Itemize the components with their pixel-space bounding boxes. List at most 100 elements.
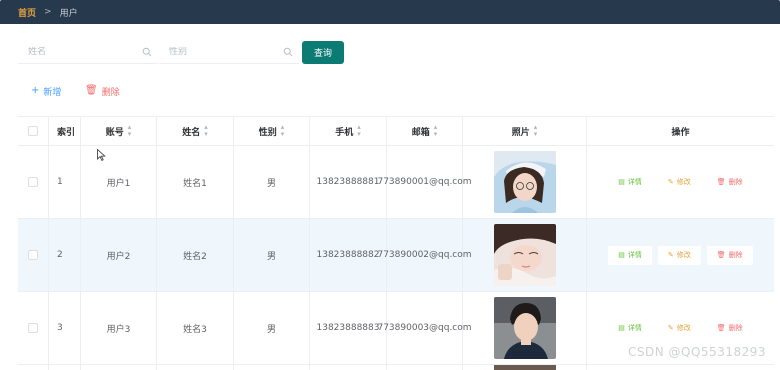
gender-search-field[interactable] bbox=[159, 40, 299, 64]
edit-button[interactable]: ✎ 修改 bbox=[658, 173, 701, 192]
watermark: CSDN @QQ55318293 bbox=[628, 345, 766, 359]
gender-search-input[interactable] bbox=[159, 46, 269, 57]
cell-gender bbox=[234, 365, 310, 370]
cell-photo bbox=[463, 146, 587, 218]
cell-gender: 男 bbox=[234, 292, 310, 364]
row-select-cell[interactable] bbox=[18, 146, 49, 218]
view-button[interactable]: ▤ 详情 bbox=[608, 319, 652, 338]
edit-icon: ✎ bbox=[667, 324, 674, 332]
edit-button[interactable]: ✎ 修改 bbox=[658, 319, 701, 338]
table-header: 索引 账号 ▴ ▾ 姓名 ▴ ▾ 性别 ▴ ▾ 手机 ▴ ▾ 邮箱 ▴ ▾ 照片 ▴ ▾ 操作 bbox=[18, 117, 774, 146]
edit-button-label: 修改 bbox=[676, 178, 691, 186]
view-button[interactable]: ▤ 详情 bbox=[608, 245, 652, 265]
row-checkbox[interactable] bbox=[28, 323, 38, 333]
cell-actions: ▤ 详情 ✎ 修改 🗑 删除 bbox=[587, 146, 774, 218]
delete-button[interactable]: 🗑 删除 bbox=[707, 173, 753, 192]
header-gender[interactable]: 性别 ▴ ▾ bbox=[234, 117, 310, 145]
view-button-label: 详情 bbox=[627, 324, 642, 332]
row-checkbox[interactable] bbox=[28, 250, 38, 260]
cell-name: 姓名2 bbox=[157, 219, 234, 291]
row-select-cell[interactable] bbox=[18, 292, 49, 364]
cell-account bbox=[81, 365, 157, 370]
header-phone-label: 手机 bbox=[335, 127, 354, 138]
sort-icon[interactable]: ▴ ▾ bbox=[357, 124, 361, 138]
cell-email: 773890001@qq.com bbox=[377, 146, 472, 218]
header-gender-label: 性别 bbox=[258, 127, 277, 138]
header-account[interactable]: 账号 ▴ ▾ bbox=[81, 117, 157, 145]
trash-icon: 🗑 bbox=[716, 178, 726, 186]
row-checkbox[interactable] bbox=[28, 177, 38, 187]
top-bar: 首页 > 用户 bbox=[0, 0, 780, 24]
breadcrumb-home[interactable]: 首页 bbox=[18, 6, 36, 19]
row-select-cell bbox=[18, 365, 49, 370]
delete-button[interactable]: 🗑 删除 bbox=[707, 319, 753, 338]
mouse-cursor-icon bbox=[97, 149, 106, 161]
header-name-label: 姓名 bbox=[182, 127, 201, 138]
add-button-label: 新增 bbox=[43, 87, 62, 98]
user-photo[interactable] bbox=[493, 151, 556, 213]
trash-icon: 🗑 bbox=[716, 251, 726, 259]
cell-name bbox=[157, 365, 234, 370]
query-button[interactable]: 查询 bbox=[302, 41, 344, 64]
batch-delete-button[interactable]: 🗑 删除 bbox=[85, 84, 120, 98]
select-all-checkbox[interactable] bbox=[28, 126, 38, 136]
delete-button-label: 删除 bbox=[728, 324, 743, 332]
breadcrumb-current: 用户 bbox=[59, 8, 78, 19]
table-row: 1 用户1 姓名1 男 13823888881 773890001@qq.com… bbox=[18, 146, 774, 219]
cell-index bbox=[49, 365, 81, 370]
user-photo[interactable] bbox=[493, 297, 556, 359]
cell-account: 用户2 bbox=[81, 219, 157, 291]
search-icon bbox=[142, 47, 152, 57]
sort-icon[interactable]: ▴ ▾ bbox=[128, 124, 132, 138]
delete-button[interactable]: 🗑 删除 bbox=[706, 245, 753, 265]
cell-email bbox=[387, 365, 463, 370]
header-name[interactable]: 姓名 ▴ ▾ bbox=[157, 117, 234, 145]
row-select-cell[interactable] bbox=[18, 219, 49, 291]
header-actions: 操作 bbox=[671, 127, 690, 138]
edit-button-label: 修改 bbox=[676, 324, 691, 332]
cell-name: 姓名1 bbox=[157, 146, 234, 218]
sort-icon[interactable]: ▴ ▾ bbox=[281, 124, 285, 138]
delete-button-label: 删除 bbox=[728, 251, 743, 259]
header-photo[interactable]: 照片 ▴ ▾ bbox=[463, 117, 587, 145]
header-phone[interactable]: 手机 ▴ ▾ bbox=[310, 117, 387, 145]
edit-button[interactable]: ✎ 修改 bbox=[657, 245, 701, 265]
user-photo[interactable] bbox=[493, 365, 556, 370]
table-row bbox=[18, 365, 774, 370]
delete-button-label: 删除 bbox=[728, 178, 743, 186]
sort-icon[interactable]: ▴ ▾ bbox=[434, 124, 438, 138]
cell-email: 773890002@qq.com bbox=[377, 219, 472, 291]
header-photo-label: 照片 bbox=[511, 127, 530, 138]
cell-actions: ▤ 详情 ✎ 修改 🗑 删除 bbox=[587, 219, 774, 291]
header-email-label: 邮箱 bbox=[411, 127, 430, 138]
breadcrumb-separator: > bbox=[44, 7, 52, 17]
user-photo[interactable] bbox=[493, 224, 556, 286]
cell-name: 姓名3 bbox=[157, 292, 234, 364]
sort-icon[interactable]: ▴ ▾ bbox=[204, 124, 208, 138]
name-search-input[interactable] bbox=[18, 46, 128, 57]
user-table: 索引 账号 ▴ ▾ 姓名 ▴ ▾ 性别 ▴ ▾ 手机 ▴ ▾ 邮箱 ▴ ▾ 照片 ▴ ▾ 操作 1 用户… bbox=[18, 116, 774, 370]
plus-icon: + bbox=[31, 85, 40, 96]
cell-gender: 男 bbox=[234, 219, 310, 291]
trash-icon: 🗑 bbox=[85, 85, 98, 96]
cell-index: 1 bbox=[49, 146, 81, 218]
cell-account: 用户3 bbox=[81, 292, 157, 364]
header-index: 索引 bbox=[49, 117, 81, 145]
table-row: 2 用户2 姓名2 男 13823888882 773890002@qq.com… bbox=[18, 219, 774, 292]
name-search-field[interactable] bbox=[18, 40, 158, 64]
cell-photo bbox=[463, 292, 587, 364]
sort-icon[interactable]: ▴ ▾ bbox=[534, 124, 538, 138]
edit-icon: ✎ bbox=[667, 178, 674, 186]
cell-photo bbox=[463, 365, 587, 370]
cell-email: 773890003@qq.com bbox=[377, 292, 472, 364]
cell-photo bbox=[463, 219, 587, 291]
cell-actions bbox=[587, 365, 774, 370]
cell-gender: 男 bbox=[234, 146, 310, 218]
view-button[interactable]: ▤ 详情 bbox=[608, 173, 652, 192]
cell-phone: 13823888881 bbox=[310, 146, 387, 218]
add-button[interactable]: + 新增 bbox=[31, 84, 61, 98]
header-email[interactable]: 邮箱 ▴ ▾ bbox=[387, 117, 463, 145]
cell-phone: 13823888883 bbox=[310, 292, 387, 364]
trash-icon: 🗑 bbox=[716, 324, 726, 332]
select-all-cell[interactable] bbox=[18, 117, 49, 145]
